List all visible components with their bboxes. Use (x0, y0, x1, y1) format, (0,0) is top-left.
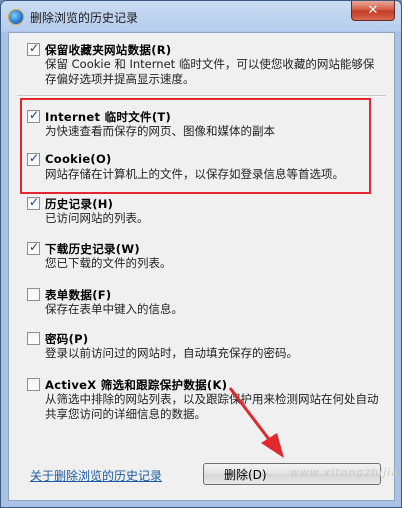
internet-explorer-icon (8, 9, 24, 25)
title-bar[interactable]: 删除浏览的历史记录 ✕ (1, 1, 401, 33)
arrow-annotation (228, 387, 284, 458)
arrow-head (261, 433, 284, 458)
about-delete-history-link[interactable]: 关于删除浏览的历史记录 (30, 467, 162, 484)
arrow-line (228, 387, 273, 443)
delete-history-dialog: 删除浏览的历史记录 ✕ ✓ 保留收藏夹网站数据(R) 保留 Cookie 和 I… (0, 0, 402, 508)
window-title: 删除浏览的历史记录 (30, 11, 139, 25)
close-button[interactable]: ✕ (351, 1, 395, 21)
dialog-content: ✓ 保留收藏夹网站数据(R) 保留 Cookie 和 Internet 临时文件… (8, 32, 401, 501)
watermark: www.xitongzhijia.net (290, 466, 401, 479)
delete-button-label: 删除(D) (224, 467, 267, 482)
close-icon: ✕ (367, 3, 379, 18)
